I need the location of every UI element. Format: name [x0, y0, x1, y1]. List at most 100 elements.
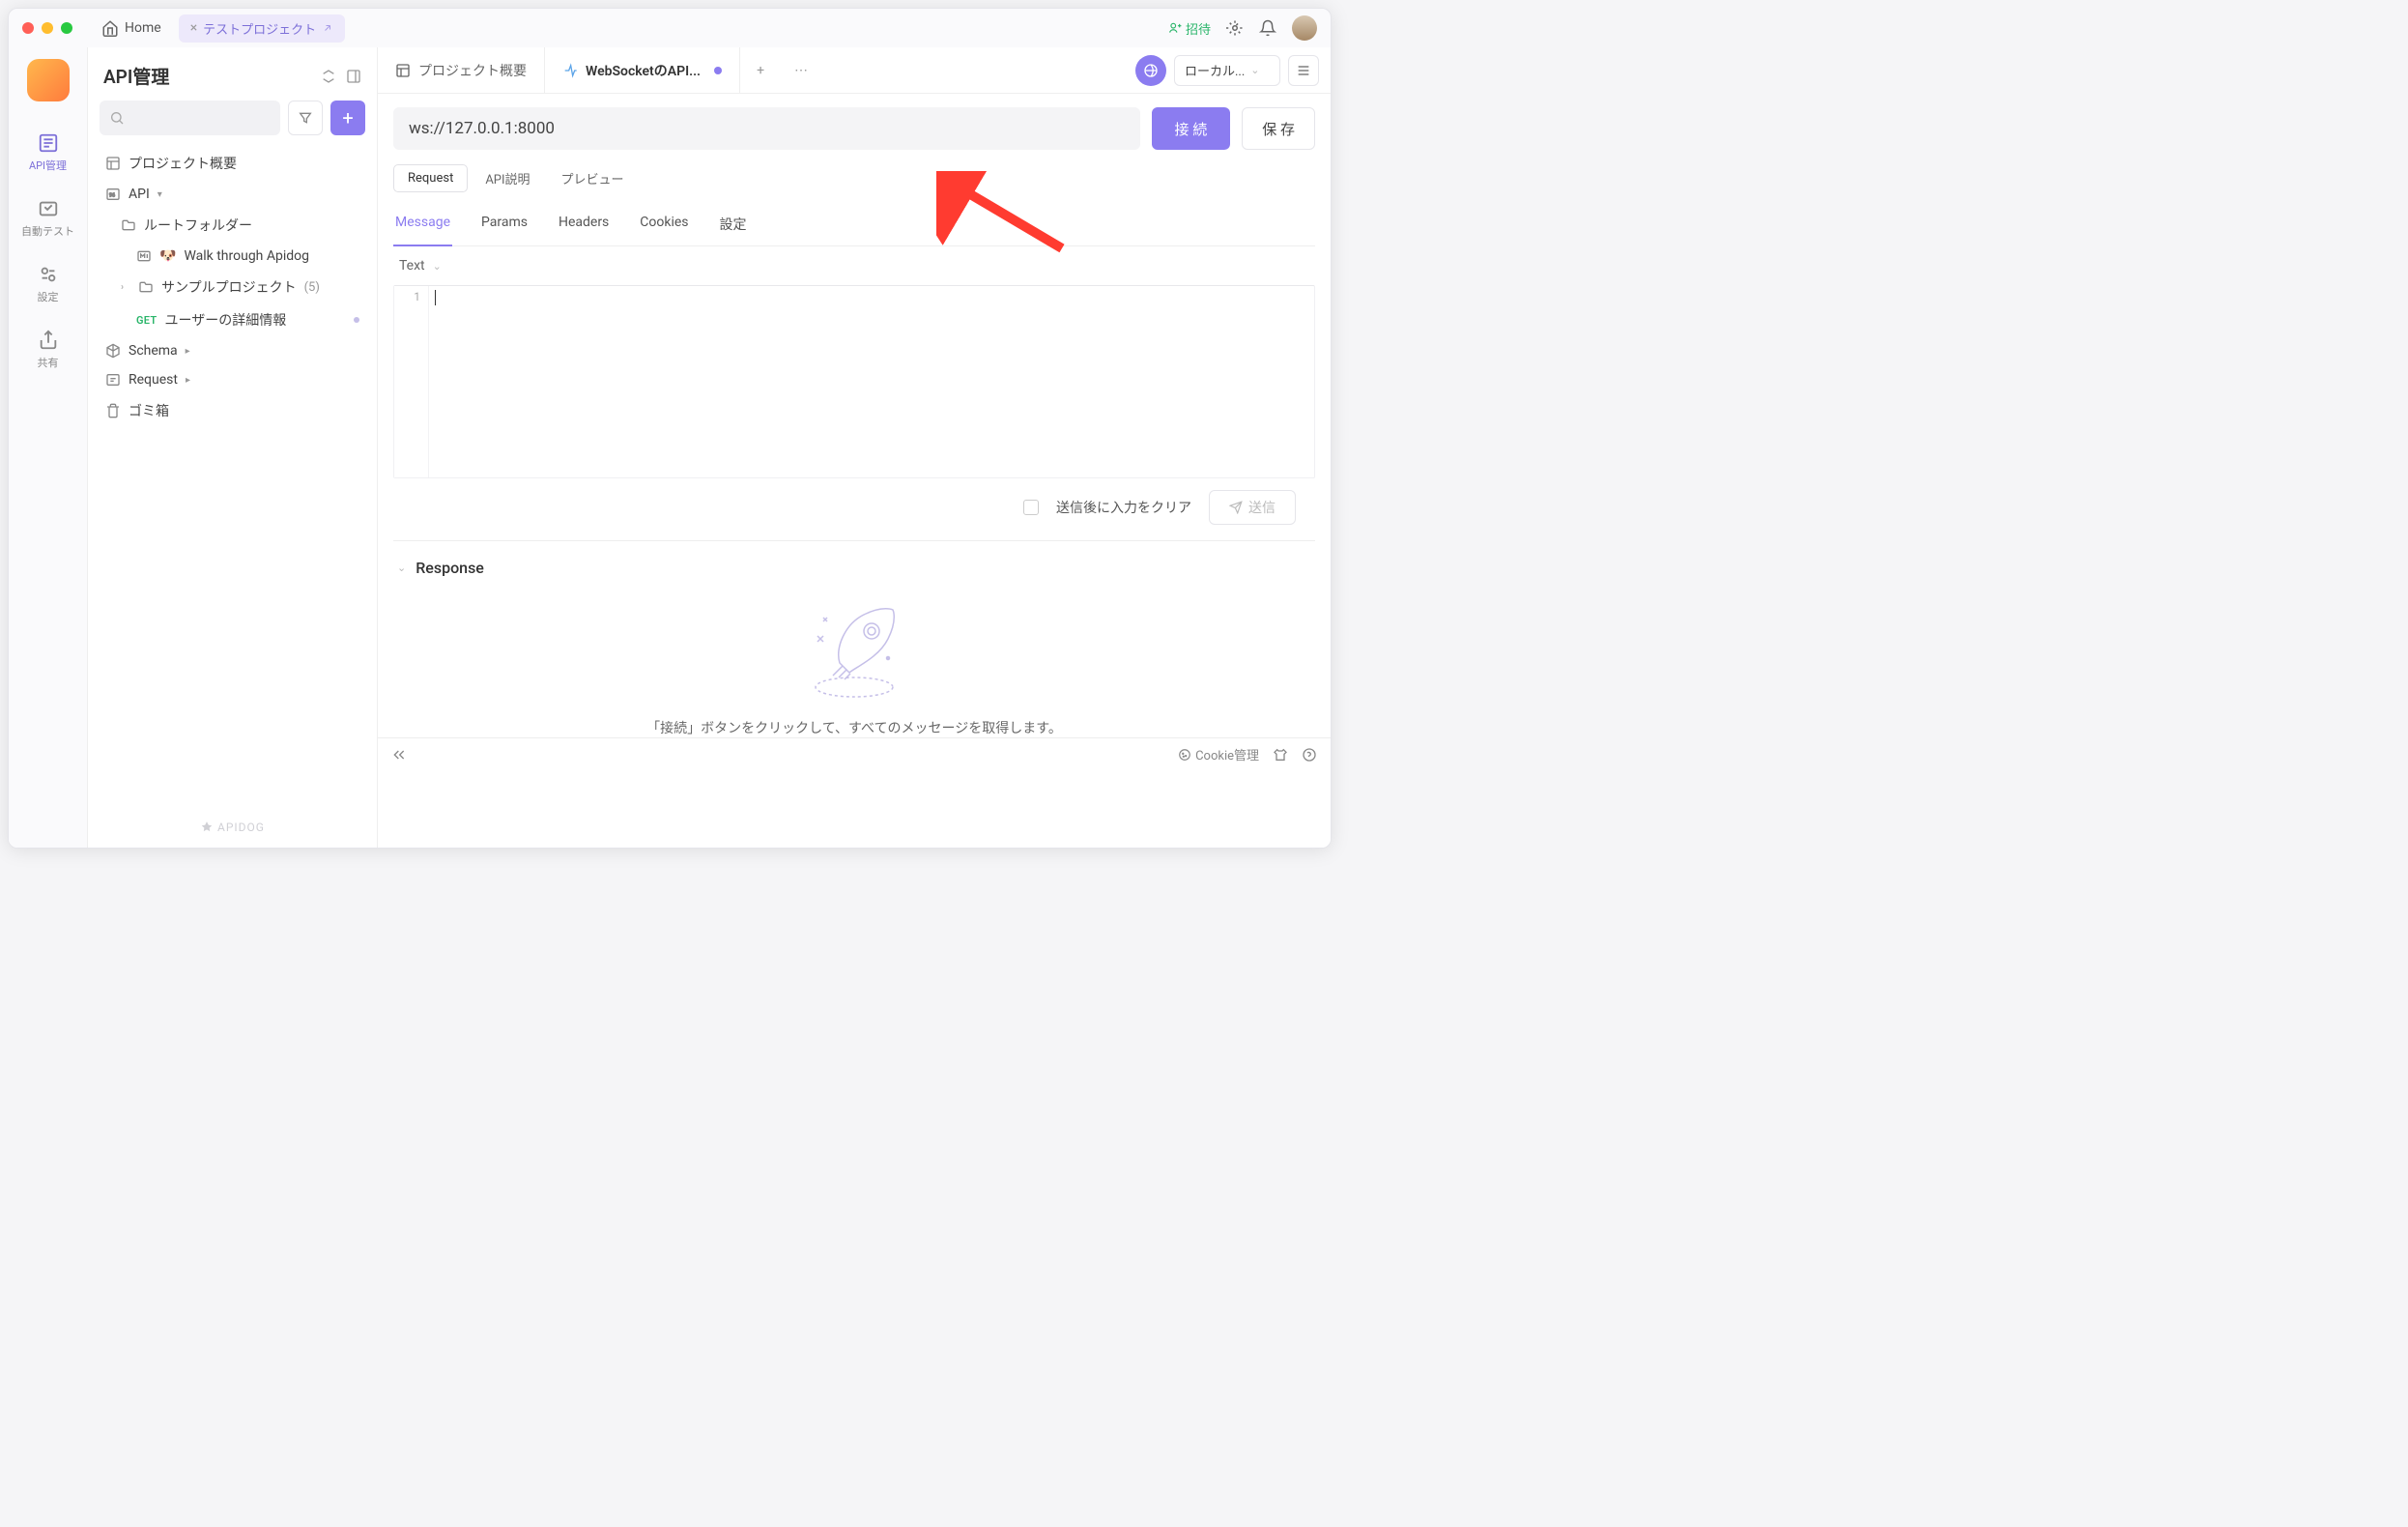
editor-body[interactable] [429, 286, 1314, 477]
connect-label: 接 続 [1175, 119, 1208, 139]
overview-icon [395, 63, 411, 78]
expand-icon[interactable] [321, 69, 336, 84]
response-toggle[interactable]: ⌄ Response [397, 559, 1311, 577]
rail-share[interactable]: 共有 [17, 326, 79, 374]
collapse-sidebar-button[interactable] [391, 747, 407, 763]
tree-root-folder[interactable]: ルートフォルダー [96, 209, 369, 242]
clear-label: 送信後に入力をクリア [1056, 498, 1191, 517]
cookie-manager-link[interactable]: Cookie管理 [1178, 745, 1259, 764]
help-icon[interactable] [1302, 747, 1317, 763]
share-icon [38, 330, 59, 351]
collapse-icon [391, 747, 407, 763]
tab-label: プロジェクト概要 [418, 61, 527, 80]
menu-button[interactable] [1288, 55, 1319, 86]
cube-icon [105, 343, 121, 359]
label: ゴミ箱 [129, 401, 169, 420]
url-input[interactable]: ws://127.0.0.1:8000 [393, 107, 1140, 150]
modified-dot-icon [354, 317, 359, 323]
message-editor[interactable]: 1 [393, 285, 1315, 478]
reqtab-headers[interactable]: Headers [557, 207, 611, 245]
tshirt-icon[interactable] [1273, 747, 1288, 763]
collapse-panel-icon[interactable] [346, 69, 361, 84]
reqtab-params[interactable]: Params [479, 207, 530, 245]
send-button[interactable]: 送信 [1209, 490, 1296, 525]
subtab-preview[interactable]: プレビュー [548, 163, 638, 193]
app-logo[interactable] [27, 59, 70, 101]
label: API [129, 187, 150, 202]
rail-label: 自動テスト [21, 223, 74, 239]
gear-icon[interactable] [1226, 19, 1244, 37]
menu-icon [1296, 63, 1311, 78]
label: サンプルプロジェクト [161, 277, 297, 297]
tab-websocket[interactable]: WebSocketのAPI... [545, 47, 740, 93]
traffic-lights [22, 22, 72, 34]
save-label: 保 存 [1262, 119, 1295, 139]
reqtab-cookies[interactable]: Cookies [638, 207, 690, 245]
tab-overview[interactable]: プロジェクト概要 [378, 47, 545, 93]
label: Walk through Apidog [184, 248, 309, 264]
quick-action-button[interactable] [1135, 55, 1166, 86]
rail-settings[interactable]: 設定 [17, 260, 79, 308]
plus-icon: + [342, 106, 353, 130]
label: ユーザーの詳細情報 [164, 310, 286, 330]
new-tab-button[interactable]: + [740, 47, 781, 93]
chevron-right-icon: ▸ [186, 375, 195, 386]
side-rail: API管理 自動テスト 設定 共有 [9, 47, 88, 848]
rail-auto-test[interactable]: 自動テスト [17, 194, 79, 243]
brand-footer: APIDOG [88, 807, 377, 848]
url-value: ws://127.0.0.1:8000 [409, 119, 555, 138]
cookie-icon [1178, 748, 1191, 762]
reqtab-message[interactable]: Message [393, 207, 452, 246]
chevron-down-icon: ▾ [158, 189, 167, 200]
avatar[interactable] [1292, 15, 1317, 41]
overview-icon [105, 156, 121, 171]
invite-label: 招待 [1186, 19, 1211, 38]
api-small-icon: 96 [105, 187, 121, 202]
reqtab-settings[interactable]: 設定 [718, 207, 749, 245]
connect-button[interactable]: 接 続 [1152, 107, 1231, 150]
search-input[interactable] [100, 101, 280, 135]
project-tab-chip[interactable]: × テストプロジェクト [179, 14, 346, 43]
chevron-down-icon: ⌄ [433, 260, 442, 273]
send-label: 送信 [1248, 498, 1276, 517]
subtab-request[interactable]: Request [393, 164, 468, 192]
websocket-icon [562, 63, 578, 78]
close-window-icon[interactable] [22, 22, 34, 34]
test-icon [38, 198, 59, 219]
rocket-icon [796, 591, 912, 706]
minimize-window-icon[interactable] [42, 22, 53, 34]
maximize-window-icon[interactable] [61, 22, 72, 34]
tree: プロジェクト概要 96 API ▾ ルートフォルダー 🐶 Walk throug… [88, 135, 377, 807]
tab-more-button[interactable]: ⋯ [781, 47, 821, 93]
tree-api-root[interactable]: 96 API ▾ [96, 180, 369, 209]
content-type-select[interactable]: Text ⌄ [378, 246, 1331, 285]
tree-get-user-detail[interactable]: GET ユーザーの詳細情報 [96, 303, 369, 336]
tree-trash[interactable]: ゴミ箱 [96, 394, 369, 427]
env-label: ローカル... [1185, 61, 1245, 79]
tree-sample-project[interactable]: › サンプルプロジェクト (5) [96, 271, 369, 303]
clear-after-send-checkbox[interactable] [1023, 500, 1039, 515]
unsaved-dot-icon [714, 67, 722, 74]
tab-label: WebSocketのAPI... [586, 61, 701, 80]
label: Schema [129, 343, 178, 359]
tabbar: プロジェクト概要 WebSocketのAPI... + ⋯ [378, 47, 1331, 94]
bell-icon[interactable] [1259, 19, 1276, 37]
close-icon[interactable]: × [190, 20, 197, 36]
rail-api-management[interactable]: API管理 [17, 129, 79, 177]
tree-project-overview[interactable]: プロジェクト概要 [96, 147, 369, 180]
tree-request[interactable]: Request ▸ [96, 365, 369, 394]
globe-icon [1143, 63, 1159, 78]
invite-button[interactable]: 招待 [1168, 19, 1211, 38]
trash-icon [105, 403, 121, 418]
save-button[interactable]: 保 存 [1242, 107, 1315, 150]
tree-schema[interactable]: Schema ▸ [96, 336, 369, 365]
add-button[interactable]: + [330, 101, 365, 135]
cookie-label: Cookie管理 [1195, 745, 1259, 764]
environment-select[interactable]: ローカル... ⌄ [1174, 55, 1280, 86]
subtab-api-desc[interactable]: API説明 [472, 163, 543, 193]
project-tab-label: テストプロジェクト [203, 19, 316, 38]
tree-walkthrough[interactable]: 🐶 Walk through Apidog [96, 242, 369, 271]
home-button[interactable]: Home [92, 15, 171, 41]
filter-button[interactable] [288, 101, 323, 135]
brand-icon [200, 821, 214, 834]
